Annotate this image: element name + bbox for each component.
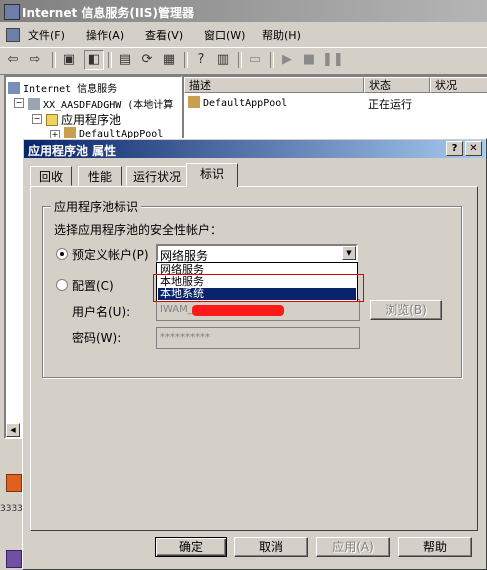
predefined-label: 预定义帐户(P) <box>72 248 149 262</box>
console-icon[interactable]: ▥ <box>214 51 232 69</box>
toolbar-separator <box>270 52 274 68</box>
menu-action[interactable]: 操作(A) <box>86 27 124 43</box>
predefined-account-select[interactable]: 网络服务 ▼ <box>156 244 358 263</box>
username-value: IWAM_ <box>160 304 193 315</box>
pool-state-cell: 正在运行 <box>368 98 412 111</box>
predefined-radio[interactable] <box>56 248 68 260</box>
pool-name-cell: DefaultAppPool <box>203 98 288 109</box>
tab-recycle[interactable]: 回收 <box>30 166 72 186</box>
security-account-prompt: 选择应用程序池的安全性帐户： <box>54 223 223 237</box>
password-value: ********** <box>160 332 210 343</box>
collapse-icon[interactable]: − <box>14 98 24 108</box>
menu-bar: 文件(F) 操作(A) 查看(V) 窗口(W) 帮助(H) <box>0 24 487 46</box>
help-icon[interactable]: ? <box>192 51 210 69</box>
group-title: 应用程序池标识 <box>51 198 142 215</box>
up-folder-icon[interactable]: ▣ <box>60 51 78 69</box>
close-caption-button[interactable]: ✕ <box>465 141 482 156</box>
toolbar: ⇦ ⇨ ▣ ◧ ▤ ⟳ ▦ ? ▥ ▭ ▶ ■ ❚❚ <box>0 47 487 75</box>
tree-root[interactable]: Internet 信息服务 <box>8 80 117 95</box>
toolbar-separator <box>52 52 56 68</box>
column-header-state[interactable]: 状态 <box>364 77 430 93</box>
tree-server-label: XX_AASDFADGHW (本地计算 <box>43 100 174 111</box>
main-title-bar: Internet 信息服务(IIS)管理器 <box>0 0 487 22</box>
chevron-down-icon[interactable]: ▼ <box>342 246 356 260</box>
main-window-title: Internet 信息服务(IIS)管理器 <box>22 6 194 20</box>
show-tree-icon[interactable]: ◧ <box>84 50 104 70</box>
toolbar-separator <box>238 52 242 68</box>
menu-window[interactable]: 窗口(W) <box>204 27 245 43</box>
dialog-title-bar: 应用程序池 属性 ? ✕ <box>24 140 485 158</box>
ok-button[interactable]: 确定 <box>155 537 227 557</box>
desktop-strip: 3333 <box>0 460 23 570</box>
properties-icon[interactable]: ▤ <box>116 51 134 69</box>
scroll-left-arrow[interactable]: ◀ <box>6 423 20 437</box>
help-caption-button[interactable]: ? <box>446 141 463 156</box>
dialog-title: 应用程序池 属性 <box>28 144 117 158</box>
iis-root-icon <box>8 82 20 94</box>
refresh-icon[interactable]: ⟳ <box>138 51 156 69</box>
tab-performance[interactable]: 性能 <box>78 166 122 186</box>
username-label: 用户名(U): <box>72 305 131 319</box>
pause-icon[interactable]: ❚❚ <box>322 51 344 69</box>
apply-button[interactable]: 应用(A) <box>316 537 390 557</box>
configurable-radio[interactable] <box>56 279 68 291</box>
server-icon <box>28 98 40 110</box>
export-list-icon[interactable]: ▦ <box>160 51 178 69</box>
back-icon[interactable]: ⇦ <box>4 51 22 69</box>
column-header-description[interactable]: 描述 <box>184 77 364 93</box>
play-icon[interactable]: ▶ <box>278 51 296 69</box>
computer-icon[interactable]: ▭ <box>246 51 264 69</box>
toolbar-separator <box>184 52 188 68</box>
desktop-app-icon[interactable] <box>6 550 22 568</box>
list-row-pool[interactable]: DefaultAppPool <box>188 96 287 109</box>
tree-server[interactable]: XX_AASDFADGHW (本地计算 <box>28 96 173 111</box>
radio-selected-dot <box>60 252 64 256</box>
column-header-health[interactable]: 状况 <box>430 77 487 93</box>
app-pool-icon <box>188 96 200 108</box>
tree-root-label: Internet 信息服务 <box>23 84 118 95</box>
browse-button[interactable]: 浏览(B) <box>370 300 442 320</box>
redaction-mark <box>192 305 284 316</box>
folder-icon <box>46 114 58 126</box>
toolbar-separator <box>108 52 112 68</box>
annotation-highlight-box <box>153 274 364 302</box>
stop-icon[interactable]: ■ <box>300 51 318 69</box>
password-label: 密码(W): <box>72 331 122 345</box>
desktop-app-icon[interactable] <box>6 474 22 492</box>
desktop-label: 3333 <box>0 504 23 514</box>
menu-file[interactable]: 文件(F) <box>28 27 65 43</box>
menu-help[interactable]: 帮助(H) <box>262 27 301 43</box>
tab-identity[interactable]: 标识 <box>186 163 238 187</box>
tree-app-pools[interactable]: 应用程序池 <box>46 111 121 128</box>
menu-view[interactable]: 查看(V) <box>145 27 183 43</box>
tab-health[interactable]: 运行状况 <box>126 166 188 186</box>
cancel-button[interactable]: 取消 <box>234 537 308 557</box>
forward-icon[interactable]: ⇨ <box>26 51 44 69</box>
configurable-label: 配置(C) <box>72 279 114 293</box>
tree-app-pools-label: 应用程序池 <box>61 113 122 127</box>
help-button[interactable]: 帮助 <box>398 537 472 557</box>
system-menu-icon[interactable] <box>6 28 20 42</box>
iis-app-icon <box>4 4 20 20</box>
password-field[interactable]: ********** <box>156 327 360 349</box>
collapse-icon[interactable]: − <box>32 114 42 124</box>
